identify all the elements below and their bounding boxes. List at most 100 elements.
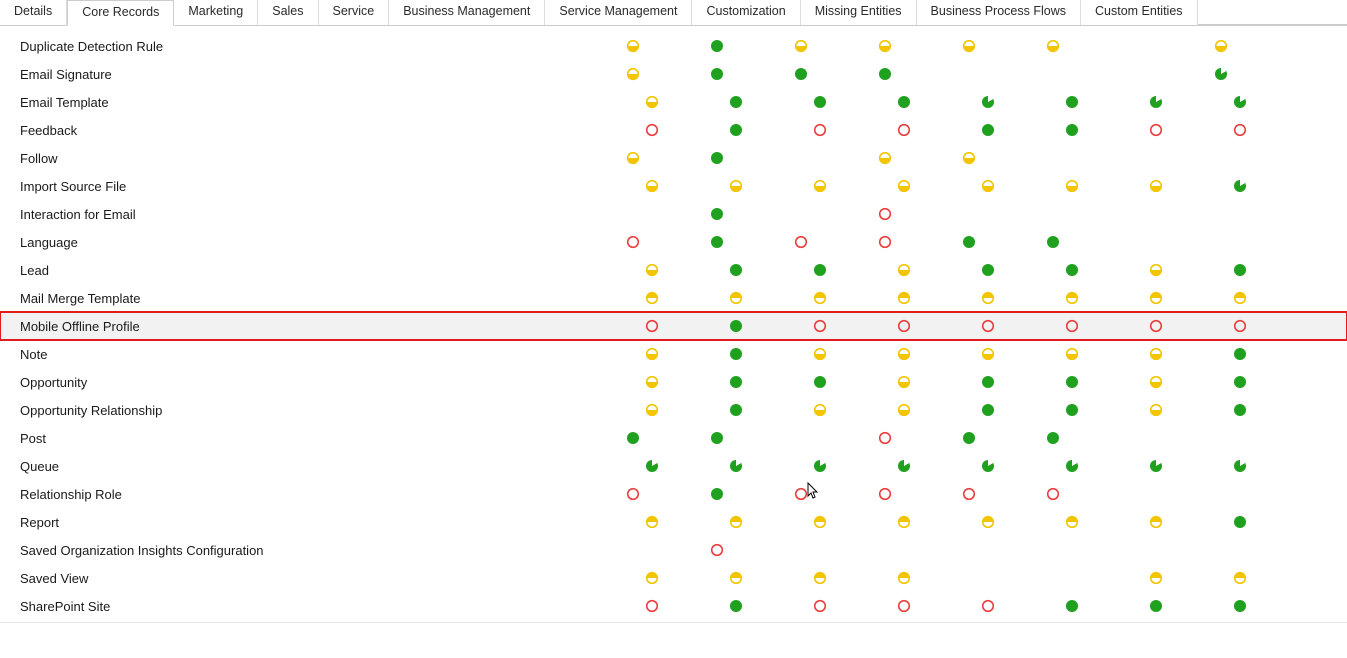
perm-cell[interactable] bbox=[1011, 228, 1095, 256]
table-row[interactable]: Note bbox=[0, 340, 1347, 368]
perm-cell[interactable] bbox=[1114, 312, 1198, 340]
perm-cell[interactable] bbox=[610, 88, 694, 116]
perm-cell[interactable] bbox=[1114, 172, 1198, 200]
perm-cell[interactable] bbox=[778, 508, 862, 536]
perm-cell[interactable] bbox=[843, 480, 927, 508]
perm-cell[interactable] bbox=[1095, 480, 1179, 508]
perm-cell[interactable] bbox=[1011, 200, 1095, 228]
table-row[interactable]: Import Source File bbox=[0, 172, 1347, 200]
perm-cell[interactable] bbox=[1095, 144, 1179, 172]
perm-cell[interactable] bbox=[1095, 228, 1179, 256]
perm-cell[interactable] bbox=[1114, 368, 1198, 396]
perm-cell[interactable] bbox=[862, 508, 946, 536]
perm-cell[interactable] bbox=[946, 396, 1030, 424]
perm-cell[interactable] bbox=[591, 60, 675, 88]
perm-cell[interactable] bbox=[862, 368, 946, 396]
perm-cell[interactable] bbox=[862, 452, 946, 480]
perm-cell[interactable] bbox=[1114, 284, 1198, 312]
tab-missing[interactable]: Missing Entities bbox=[801, 0, 917, 25]
perm-cell[interactable] bbox=[1114, 116, 1198, 144]
perm-cell[interactable] bbox=[1114, 88, 1198, 116]
table-row[interactable]: Opportunity Relationship bbox=[0, 396, 1347, 424]
perm-cell[interactable] bbox=[1095, 424, 1179, 452]
table-row[interactable]: Saved View bbox=[0, 564, 1347, 592]
perm-cell[interactable] bbox=[1095, 32, 1179, 60]
perm-cell[interactable] bbox=[610, 284, 694, 312]
perm-cell[interactable] bbox=[946, 256, 1030, 284]
perm-cell[interactable] bbox=[1198, 256, 1282, 284]
table-row[interactable]: Email Template bbox=[0, 88, 1347, 116]
perm-cell[interactable] bbox=[1263, 536, 1347, 564]
table-row[interactable]: Report bbox=[0, 508, 1347, 536]
perm-cell[interactable] bbox=[862, 116, 946, 144]
tab-svcmgmt[interactable]: Service Management bbox=[545, 0, 692, 25]
perm-cell[interactable] bbox=[927, 228, 1011, 256]
perm-cell[interactable] bbox=[1011, 60, 1095, 88]
perm-cell[interactable] bbox=[1011, 32, 1095, 60]
tab-bpf[interactable]: Business Process Flows bbox=[917, 0, 1081, 25]
perm-cell[interactable] bbox=[591, 200, 675, 228]
perm-cell[interactable] bbox=[591, 480, 675, 508]
perm-cell[interactable] bbox=[927, 144, 1011, 172]
table-row[interactable]: Post bbox=[0, 424, 1347, 452]
perm-cell[interactable] bbox=[759, 32, 843, 60]
perm-cell[interactable] bbox=[1198, 452, 1282, 480]
perm-cell[interactable] bbox=[843, 60, 927, 88]
perm-cell[interactable] bbox=[778, 452, 862, 480]
perm-cell[interactable] bbox=[946, 340, 1030, 368]
perm-cell[interactable] bbox=[927, 32, 1011, 60]
table-row[interactable]: Duplicate Detection Rule bbox=[0, 32, 1347, 60]
table-row[interactable]: Interaction for Email bbox=[0, 200, 1347, 228]
perm-cell[interactable] bbox=[778, 88, 862, 116]
perm-cell[interactable] bbox=[1179, 60, 1263, 88]
perm-cell[interactable] bbox=[610, 312, 694, 340]
perm-cell[interactable] bbox=[946, 564, 1030, 592]
perm-cell[interactable] bbox=[1011, 144, 1095, 172]
perm-cell[interactable] bbox=[610, 256, 694, 284]
perm-cell[interactable] bbox=[1114, 592, 1198, 620]
table-row[interactable]: Queue bbox=[0, 452, 1347, 480]
perm-cell[interactable] bbox=[1030, 592, 1114, 620]
perm-cell[interactable] bbox=[759, 228, 843, 256]
perm-cell[interactable] bbox=[759, 60, 843, 88]
perm-cell[interactable] bbox=[1011, 480, 1095, 508]
perm-cell[interactable] bbox=[1263, 32, 1347, 60]
perm-cell[interactable] bbox=[778, 256, 862, 284]
perm-cell[interactable] bbox=[610, 564, 694, 592]
perm-cell[interactable] bbox=[946, 312, 1030, 340]
perm-cell[interactable] bbox=[759, 480, 843, 508]
perm-cell[interactable] bbox=[694, 88, 778, 116]
tab-details[interactable]: Details bbox=[0, 0, 67, 25]
perm-cell[interactable] bbox=[1263, 60, 1347, 88]
perm-cell[interactable] bbox=[843, 200, 927, 228]
perm-cell[interactable] bbox=[946, 88, 1030, 116]
table-row[interactable]: Language bbox=[0, 228, 1347, 256]
perm-cell[interactable] bbox=[610, 396, 694, 424]
perm-cell[interactable] bbox=[1179, 424, 1263, 452]
perm-cell[interactable] bbox=[1198, 592, 1282, 620]
perm-cell[interactable] bbox=[1198, 508, 1282, 536]
perm-cell[interactable] bbox=[610, 116, 694, 144]
perm-cell[interactable] bbox=[1198, 396, 1282, 424]
perm-cell[interactable] bbox=[778, 368, 862, 396]
perm-cell[interactable] bbox=[759, 424, 843, 452]
perm-cell[interactable] bbox=[694, 284, 778, 312]
perm-cell[interactable] bbox=[1030, 256, 1114, 284]
perm-cell[interactable] bbox=[675, 228, 759, 256]
perm-cell[interactable] bbox=[694, 508, 778, 536]
perm-cell[interactable] bbox=[1095, 200, 1179, 228]
perm-cell[interactable] bbox=[1011, 424, 1095, 452]
perm-cell[interactable] bbox=[1114, 396, 1198, 424]
perm-cell[interactable] bbox=[862, 592, 946, 620]
table-row[interactable]: Saved Organization Insights Configuratio… bbox=[0, 536, 1347, 564]
table-row[interactable]: Email Signature bbox=[0, 60, 1347, 88]
perm-cell[interactable] bbox=[1198, 340, 1282, 368]
perm-cell[interactable] bbox=[1095, 536, 1179, 564]
perm-cell[interactable] bbox=[591, 424, 675, 452]
perm-cell[interactable] bbox=[694, 312, 778, 340]
perm-cell[interactable] bbox=[1263, 424, 1347, 452]
perm-cell[interactable] bbox=[694, 116, 778, 144]
perm-cell[interactable] bbox=[927, 60, 1011, 88]
perm-cell[interactable] bbox=[759, 200, 843, 228]
perm-cell[interactable] bbox=[1114, 564, 1198, 592]
